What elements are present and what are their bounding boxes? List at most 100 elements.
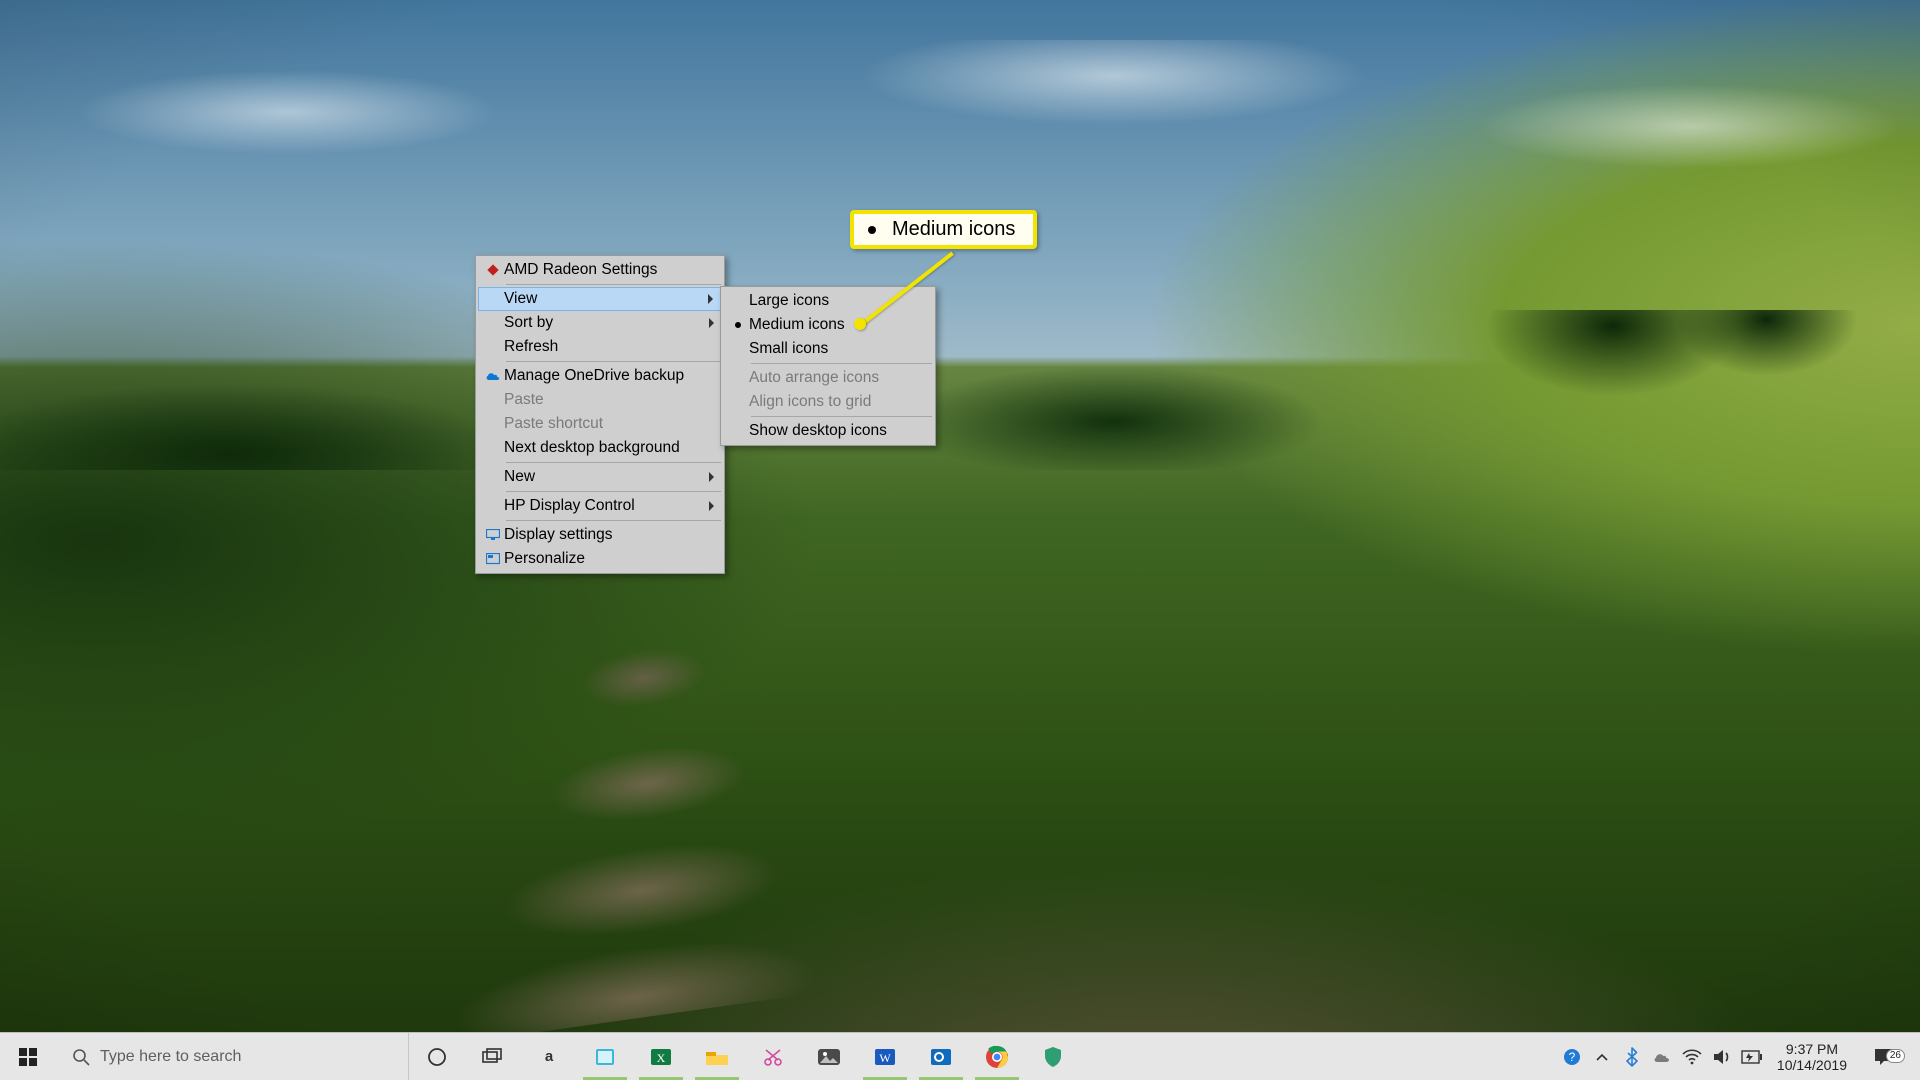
submenu-item-small-icons[interactable]: Small icons <box>723 337 933 361</box>
taskbar-app-security[interactable] <box>1025 1033 1081 1080</box>
menu-label: Small icons <box>749 340 907 358</box>
svg-text:X: X <box>657 1051 666 1065</box>
callout-label: Medium icons <box>892 218 1015 241</box>
submenu-item-auto-arrange-icons[interactable]: Auto arrange icons <box>723 366 933 390</box>
amazon-app-button[interactable]: a <box>521 1033 577 1080</box>
submenu-item-show-desktop-icons[interactable]: Show desktop icons <box>723 419 933 443</box>
menu-label: Align icons to grid <box>749 393 907 411</box>
menu-item-view[interactable]: View <box>478 287 722 311</box>
task-view-button[interactable] <box>465 1033 521 1080</box>
taskbar-clock[interactable]: 9:37 PM 10/14/2019 <box>1767 1041 1857 1073</box>
cortana-button[interactable] <box>409 1033 465 1080</box>
svg-text:?: ? <box>1569 1050 1576 1064</box>
file-explorer-icon <box>704 1046 730 1068</box>
search-icon <box>72 1048 90 1066</box>
menu-label: Show desktop icons <box>749 422 907 440</box>
menu-item-display-settings[interactable]: Display settings <box>478 523 722 547</box>
action-center-button[interactable]: 26 <box>1857 1047 1911 1067</box>
menu-label: Display settings <box>504 526 696 544</box>
taskbar-app-snip[interactable] <box>745 1033 801 1080</box>
menu-label: New <box>504 468 696 486</box>
menu-label: Paste shortcut <box>504 415 696 433</box>
menu-label: Auto arrange icons <box>749 369 907 387</box>
submenu-item-align-icons-to-grid[interactable]: Align icons to grid <box>723 390 933 414</box>
cortana-icon <box>427 1047 447 1067</box>
bluetooth-icon <box>1626 1047 1638 1067</box>
tray-wifi-icon[interactable] <box>1677 1033 1707 1080</box>
battery-icon <box>1741 1050 1763 1064</box>
submenu-item-medium-icons[interactable]: Medium icons <box>723 313 933 337</box>
menu-label: Next desktop background <box>504 439 696 457</box>
tray-volume-icon[interactable] <box>1707 1033 1737 1080</box>
menu-label: Sort by <box>504 314 696 332</box>
taskbar-app-outlook[interactable] <box>913 1033 969 1080</box>
excel-icon: X <box>648 1045 674 1069</box>
selected-bullet-icon <box>727 322 749 328</box>
tray-onedrive-icon[interactable] <box>1647 1033 1677 1080</box>
taskbar-search[interactable]: Type here to search <box>56 1033 409 1080</box>
onedrive-cloud-icon <box>1652 1050 1672 1063</box>
taskbar-app-chrome[interactable] <box>969 1033 1025 1080</box>
menu-item-new[interactable]: New <box>478 465 722 489</box>
taskbar: Type here to search a X W <box>0 1032 1920 1080</box>
tray-power-icon[interactable] <box>1737 1033 1767 1080</box>
separator <box>506 284 721 285</box>
menu-label: View <box>504 290 696 308</box>
chevron-right-icon <box>709 472 714 482</box>
amd-icon <box>482 263 504 277</box>
speaker-icon <box>1712 1048 1732 1066</box>
menu-label: Personalize <box>504 550 696 568</box>
windows-icon <box>19 1048 37 1066</box>
menu-item-manage-onedrive-backup[interactable]: Manage OneDrive backup <box>478 364 722 388</box>
tray-bluetooth-icon[interactable] <box>1617 1033 1647 1080</box>
svg-text:W: W <box>879 1051 891 1065</box>
view-submenu: Large icons Medium icons Small icons Aut… <box>720 286 936 446</box>
separator <box>506 520 721 521</box>
tray-help-icon[interactable]: ? <box>1557 1033 1587 1080</box>
taskbar-app-file-explorer[interactable] <box>689 1033 745 1080</box>
menu-label: Manage OneDrive backup <box>504 367 696 385</box>
start-button[interactable] <box>0 1033 56 1080</box>
snip-icon <box>761 1045 785 1069</box>
separator <box>751 363 932 364</box>
desktop-context-menu: AMD Radeon Settings View Sort by Refresh… <box>475 255 725 574</box>
outlook-icon <box>928 1045 954 1069</box>
photos-icon <box>816 1046 842 1068</box>
separator <box>506 491 721 492</box>
taskbar-app-photos[interactable] <box>801 1033 857 1080</box>
menu-item-paste: Paste <box>478 388 722 412</box>
callout-bullet-icon <box>868 226 876 234</box>
amazon-icon: a <box>545 1048 553 1065</box>
chevron-up-icon <box>1596 1053 1608 1061</box>
system-tray: ? <box>1557 1033 1920 1080</box>
menu-label: Medium icons <box>749 316 907 334</box>
separator <box>506 361 721 362</box>
taskbar-app-notepadlike[interactable] <box>577 1033 633 1080</box>
chevron-right-icon <box>709 501 714 511</box>
clock-date: 10/14/2019 <box>1777 1057 1847 1073</box>
display-settings-icon <box>482 529 504 541</box>
taskbar-app-excel[interactable]: X <box>633 1033 689 1080</box>
taskbar-app-word[interactable]: W <box>857 1033 913 1080</box>
personalize-icon <box>482 553 504 565</box>
note-app-icon <box>592 1045 618 1069</box>
annotation-callout: Medium icons <box>850 210 1037 249</box>
tray-overflow-button[interactable] <box>1587 1033 1617 1080</box>
menu-label: HP Display Control <box>504 497 696 515</box>
menu-item-refresh[interactable]: Refresh <box>478 335 722 359</box>
menu-item-sort-by[interactable]: Sort by <box>478 311 722 335</box>
menu-item-next-desktop-background[interactable]: Next desktop background <box>478 436 722 460</box>
chevron-right-icon <box>709 318 714 328</box>
menu-item-paste-shortcut: Paste shortcut <box>478 412 722 436</box>
chevron-right-icon <box>708 294 713 304</box>
menu-item-personalize[interactable]: Personalize <box>478 547 722 571</box>
clock-time: 9:37 PM <box>1786 1041 1838 1057</box>
separator <box>751 416 932 417</box>
annotation-end-dot <box>854 318 866 330</box>
menu-item-hp-display-control[interactable]: HP Display Control <box>478 494 722 518</box>
menu-item-amd-radeon-settings[interactable]: AMD Radeon Settings <box>478 258 722 282</box>
separator <box>506 462 721 463</box>
shield-icon <box>1042 1045 1064 1069</box>
menu-label: AMD Radeon Settings <box>504 261 696 279</box>
task-view-icon <box>482 1048 504 1066</box>
